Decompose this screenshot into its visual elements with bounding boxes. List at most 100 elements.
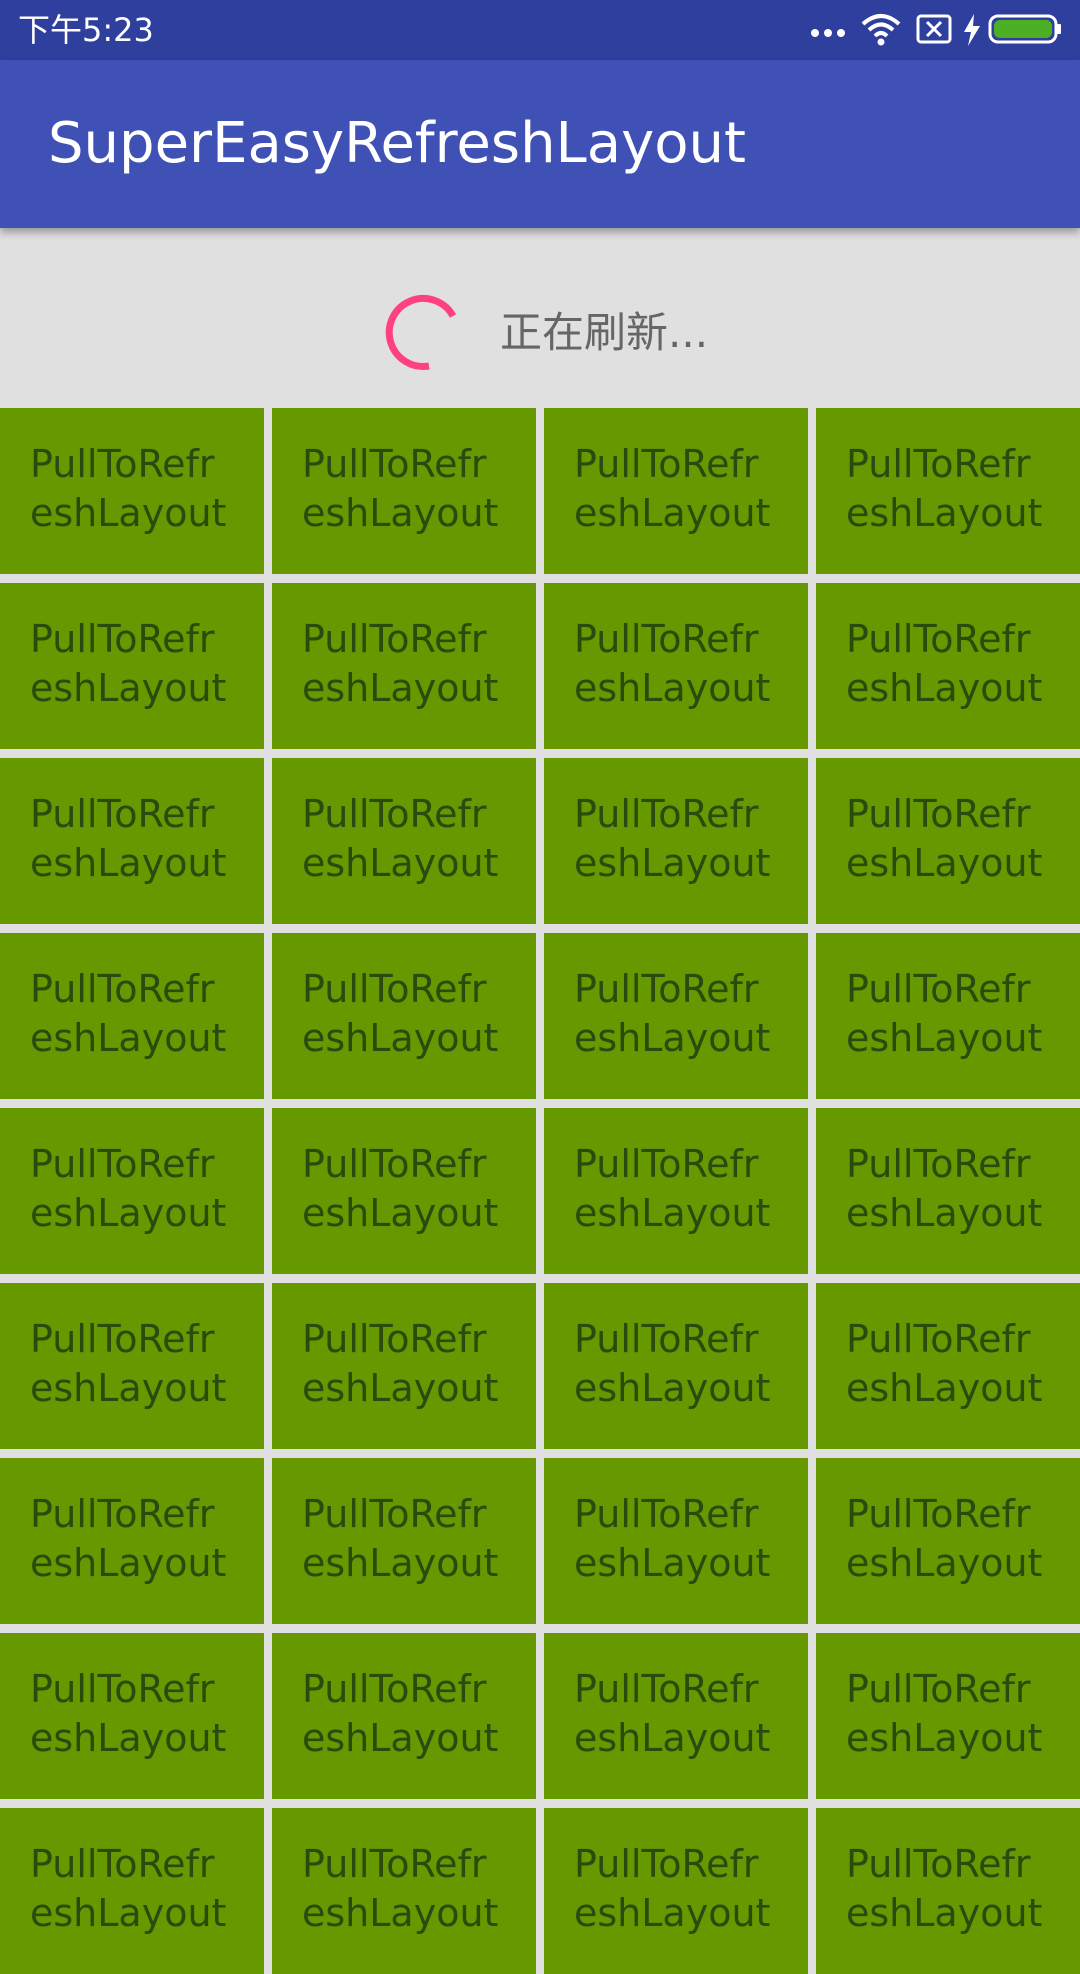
grid-item-label-line2: eshLayout xyxy=(846,1016,1043,1060)
sim-off-icon xyxy=(916,14,952,44)
grid-item-label-line1: PullToRefr xyxy=(846,617,1031,661)
grid-item[interactable]: PullToRefr eshLayout xyxy=(272,1458,536,1624)
grid-item[interactable]: PullToRefr eshLayout xyxy=(0,583,264,749)
grid-item[interactable]: PullToRefr eshLayout xyxy=(0,1808,264,1974)
grid-item-label-line1: PullToRefr xyxy=(30,792,215,836)
grid-item-label-line2: eshLayout xyxy=(846,1891,1043,1935)
grid-item-label-line2: eshLayout xyxy=(302,1891,499,1935)
grid-item[interactable]: PullToRefr eshLayout xyxy=(544,1633,808,1799)
grid-item[interactable]: PullToRefr eshLayout xyxy=(816,1808,1080,1974)
grid-item-label-line2: eshLayout xyxy=(574,1016,771,1060)
grid-item-label-line2: eshLayout xyxy=(302,666,499,710)
grid-item[interactable]: PullToRefr eshLayout xyxy=(816,933,1080,1099)
grid-item[interactable]: PullToRefr eshLayout xyxy=(0,1108,264,1274)
grid-item-label-line1: PullToRefr xyxy=(30,967,215,1011)
grid-item-label-line2: eshLayout xyxy=(846,1366,1043,1410)
grid-item[interactable]: PullToRefr eshLayout xyxy=(544,583,808,749)
grid-item-label-line2: eshLayout xyxy=(846,491,1043,535)
grid-item[interactable]: PullToRefr eshLayout xyxy=(816,1458,1080,1624)
grid-item-label-line1: PullToRefr xyxy=(302,1492,487,1536)
grid-item-label-line2: eshLayout xyxy=(846,841,1043,885)
grid-item-label-line2: eshLayout xyxy=(574,666,771,710)
grid-item[interactable]: PullToRefr eshLayout xyxy=(816,408,1080,574)
grid-item-label-line2: eshLayout xyxy=(30,1191,227,1235)
grid-item-label-line1: PullToRefr xyxy=(574,617,759,661)
grid-item-label-line2: eshLayout xyxy=(574,1716,771,1760)
grid-item-label-line1: PullToRefr xyxy=(302,1842,487,1886)
grid-item[interactable]: PullToRefr eshLayout xyxy=(272,583,536,749)
grid-item-label-line1: PullToRefr xyxy=(302,617,487,661)
app-bar: SuperEasyRefreshLayout xyxy=(0,60,1080,228)
grid-item-label-line2: eshLayout xyxy=(30,1716,227,1760)
grid-item[interactable]: PullToRefr eshLayout xyxy=(544,408,808,574)
grid-item[interactable]: PullToRefr eshLayout xyxy=(816,758,1080,924)
grid-item[interactable]: PullToRefr eshLayout xyxy=(272,1633,536,1799)
grid-item-label-line1: PullToRefr xyxy=(30,617,215,661)
grid-item[interactable]: PullToRefr eshLayout xyxy=(0,408,264,574)
grid-item-label-line1: PullToRefr xyxy=(846,1842,1031,1886)
status-bar: 下午5:23 xyxy=(0,0,1080,60)
grid-item-label-line2: eshLayout xyxy=(30,1016,227,1060)
grid-item-label-line2: eshLayout xyxy=(574,1541,771,1585)
grid-item-label-line2: eshLayout xyxy=(302,1191,499,1235)
grid-item-label-line1: PullToRefr xyxy=(574,1142,759,1186)
refresh-status-text: 正在刷新... xyxy=(500,308,709,357)
grid-item[interactable]: PullToRefr eshLayout xyxy=(544,1808,808,1974)
grid-item[interactable]: PullToRefr eshLayout xyxy=(272,933,536,1099)
grid-item-label-line1: PullToRefr xyxy=(30,1492,215,1536)
grid-item[interactable]: PullToRefr eshLayout xyxy=(816,1283,1080,1449)
grid-item-label-line2: eshLayout xyxy=(30,491,227,535)
grid-item-label-line1: PullToRefr xyxy=(846,1492,1031,1536)
grid-item[interactable]: PullToRefr eshLayout xyxy=(544,1458,808,1624)
grid-item-label-line1: PullToRefr xyxy=(302,792,487,836)
grid-item-label-line2: eshLayout xyxy=(30,1366,227,1410)
grid-item-label-line1: PullToRefr xyxy=(302,1317,487,1361)
grid-item-label-line1: PullToRefr xyxy=(30,1142,215,1186)
grid-item-label-line2: eshLayout xyxy=(302,1366,499,1410)
grid-item-label-line1: PullToRefr xyxy=(846,1142,1031,1186)
grid-item-label-line2: eshLayout xyxy=(30,1891,227,1935)
grid-item[interactable]: PullToRefr eshLayout xyxy=(544,1108,808,1274)
grid-item[interactable]: PullToRefr eshLayout xyxy=(272,1283,536,1449)
grid-item-label-line2: eshLayout xyxy=(846,1191,1043,1235)
grid-item-label-line1: PullToRefr xyxy=(30,442,215,486)
grid-item-label-line2: eshLayout xyxy=(302,1016,499,1060)
grid-item-label-line2: eshLayout xyxy=(574,1191,771,1235)
grid-item-label-line1: PullToRefr xyxy=(574,1667,759,1711)
grid-item[interactable]: PullToRefr eshLayout xyxy=(816,1108,1080,1274)
grid-item-label-line1: PullToRefr xyxy=(302,1667,487,1711)
grid-item[interactable]: PullToRefr eshLayout xyxy=(272,1108,536,1274)
grid-item-label-line2: eshLayout xyxy=(30,841,227,885)
grid-item-label-line1: PullToRefr xyxy=(302,442,487,486)
status-time: 下午5:23 xyxy=(18,11,154,49)
grid-item[interactable]: PullToRefr eshLayout xyxy=(0,758,264,924)
grid-item[interactable]: PullToRefr eshLayout xyxy=(0,1458,264,1624)
grid-item-label-line2: eshLayout xyxy=(302,491,499,535)
grid-item[interactable]: PullToRefr eshLayout xyxy=(816,583,1080,749)
grid-item[interactable]: PullToRefr eshLayout xyxy=(544,933,808,1099)
grid-item-label-line1: PullToRefr xyxy=(302,967,487,1011)
grid-item-label-line2: eshLayout xyxy=(574,491,771,535)
grid-item-label-line2: eshLayout xyxy=(846,666,1043,710)
grid-item[interactable]: PullToRefr eshLayout xyxy=(0,1283,264,1449)
grid-item[interactable]: PullToRefr eshLayout xyxy=(272,408,536,574)
grid-item-label-line1: PullToRefr xyxy=(574,792,759,836)
grid-item[interactable]: PullToRefr eshLayout xyxy=(816,1633,1080,1799)
grid-item-label-line1: PullToRefr xyxy=(30,1667,215,1711)
grid-item[interactable]: PullToRefr eshLayout xyxy=(544,1283,808,1449)
grid-item[interactable]: PullToRefr eshLayout xyxy=(0,1633,264,1799)
grid-item-label-line2: eshLayout xyxy=(302,841,499,885)
grid-item-label-line1: PullToRefr xyxy=(574,1317,759,1361)
grid-item[interactable]: PullToRefr eshLayout xyxy=(272,758,536,924)
grid-item-label-line2: eshLayout xyxy=(846,1716,1043,1760)
grid-item-label-line1: PullToRefr xyxy=(574,442,759,486)
grid-item[interactable]: PullToRefr eshLayout xyxy=(544,758,808,924)
battery-icon xyxy=(988,14,1061,44)
grid-item[interactable]: PullToRefr eshLayout xyxy=(0,933,264,1099)
more-dots-icon xyxy=(811,29,845,37)
refresh-header: 正在刷新... xyxy=(0,228,1080,408)
grid-item[interactable]: PullToRefr eshLayout xyxy=(272,1808,536,1974)
grid-item-label-line2: eshLayout xyxy=(302,1716,499,1760)
status-icons xyxy=(810,0,1070,60)
app-title: SuperEasyRefreshLayout xyxy=(48,111,746,176)
